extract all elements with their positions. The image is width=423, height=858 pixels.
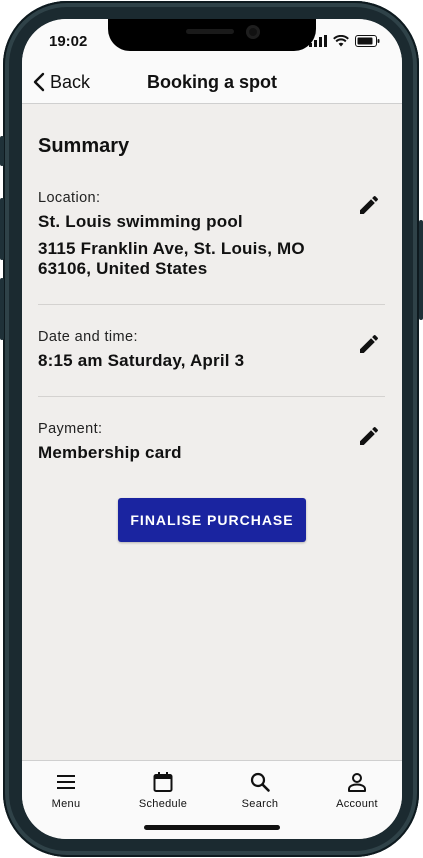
payment-label: Payment:	[38, 421, 103, 437]
menu-icon	[57, 775, 75, 789]
nav-schedule[interactable]: Schedule	[123, 769, 203, 813]
divider	[38, 396, 385, 397]
wifi-icon	[333, 35, 349, 47]
screen: 19:02 Back Booking a spot Summary Locati…	[22, 19, 402, 839]
datetime-section: Date and time: 8:15 am Saturday, April 3	[38, 329, 385, 371]
nav-menu[interactable]: Menu	[26, 769, 106, 813]
notch	[108, 19, 316, 51]
datetime-value: 8:15 am Saturday, April 3	[38, 351, 245, 370]
edit-datetime-icon[interactable]	[357, 332, 381, 356]
speaker	[186, 29, 234, 34]
volume-up-button	[0, 198, 4, 260]
app-header: Back Booking a spot	[22, 63, 402, 104]
location-label: Location:	[38, 190, 101, 206]
nav-account[interactable]: Account	[317, 769, 397, 813]
volume-down-button	[0, 278, 4, 340]
chevron-left-icon	[33, 72, 45, 92]
nav-schedule-label: Schedule	[138, 798, 188, 810]
location-address-line1: 3115 Franklin Ave, St. Louis, MO	[38, 239, 305, 258]
back-label: Back	[50, 71, 91, 92]
datetime-label: Date and time:	[38, 329, 138, 345]
silent-switch	[0, 136, 4, 166]
status-icons	[309, 35, 380, 47]
nav-search[interactable]: Search	[220, 769, 300, 813]
calendar-icon	[153, 772, 173, 792]
payment-value: Membership card	[38, 443, 182, 462]
front-camera	[246, 25, 260, 39]
nav-account-label: Account	[336, 798, 378, 810]
summary-heading: Summary	[38, 135, 130, 157]
finalise-purchase-button[interactable]: FINALISE PURCHASE	[118, 498, 306, 542]
account-icon	[348, 773, 366, 792]
nav-menu-label: Menu	[51, 798, 81, 810]
payment-section: Payment: Membership card	[38, 421, 385, 463]
location-address-line2: 63106, United States	[38, 259, 208, 278]
status-time: 19:02	[49, 33, 88, 50]
nav-search-label: Search	[241, 798, 279, 810]
location-section: Location: St. Louis swimming pool 3115 F…	[38, 190, 385, 279]
home-indicator[interactable]	[144, 825, 280, 830]
power-button	[419, 220, 423, 320]
back-button[interactable]: Back	[32, 69, 90, 95]
location-name: St. Louis swimming pool	[38, 212, 243, 231]
edit-payment-icon[interactable]	[357, 424, 381, 448]
divider	[38, 304, 385, 305]
search-icon	[250, 772, 270, 792]
battery-icon	[355, 35, 380, 47]
edit-location-icon[interactable]	[357, 193, 381, 217]
